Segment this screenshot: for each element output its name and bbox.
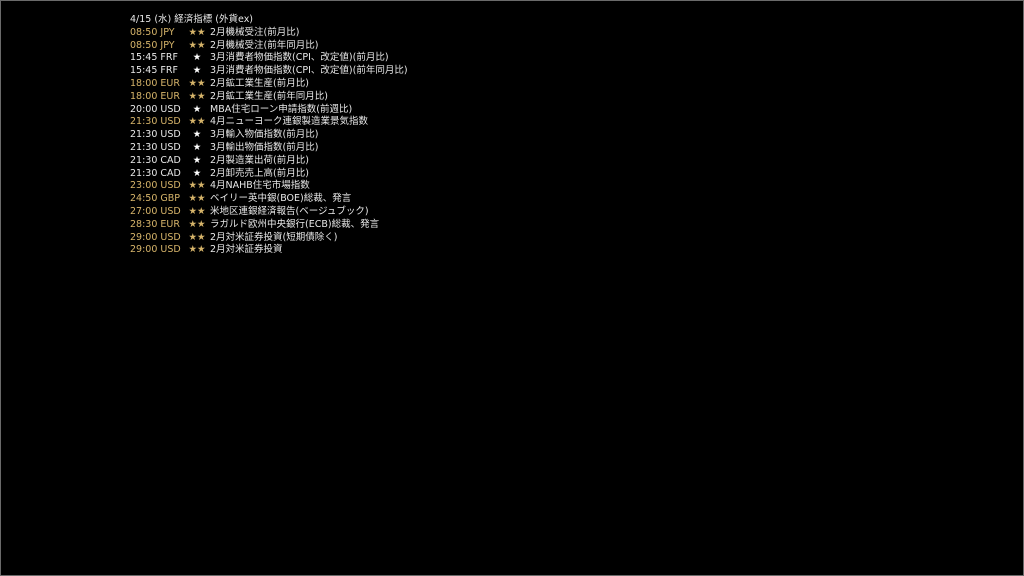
calendar-row: 23:00 USD ★★ 4月NAHB住宅市場指数 — [130, 180, 408, 193]
event-name: 3月輸入物価指数(前月比) — [210, 129, 319, 141]
calendar-row: 21:30 CAD ★ 2月製造業出荷(前月比) — [130, 155, 408, 168]
importance-stars: ★ — [192, 52, 202, 64]
event-name: 3月輸出物価指数(前月比) — [210, 141, 319, 153]
event-time: 29:00 USD — [130, 244, 181, 256]
importance-stars: ★★ — [188, 205, 206, 217]
event-time: 15:45 FRF — [130, 65, 178, 77]
importance-stars: ★★ — [188, 26, 206, 38]
economic-calendar: 4/15 (水) 経済指標 (外貨ex) 08:50 JPY ★★ 2月機械受注(前… — [130, 14, 408, 257]
calendar-rows: 08:50 JPY ★★ 2月機械受注(前月比) 08:50 JPY ★★ 2月機械受注(… — [130, 27, 408, 257]
event-name: 2月機械受注(前年同月比) — [210, 39, 319, 51]
calendar-row: 29:00 USD ★★ 2月対米証券投資 — [130, 244, 408, 257]
event-name: 2月対米証券投資 — [210, 244, 283, 256]
event-time: 24:50 GBP — [130, 193, 181, 205]
event-name: 2月卸売売上高(前月比) — [210, 167, 309, 179]
calendar-row: 27:00 USD ★★ 米地区連銀経済報告(ベージュブック) — [130, 206, 408, 219]
importance-stars: ★★ — [188, 244, 206, 256]
calendar-row: 15:45 FRF ★ 3月消費者物価指数(CPI、改定値)(前年同月比) — [130, 65, 408, 78]
importance-stars: ★★ — [188, 231, 206, 243]
screen-frame: 4/15 (水) 経済指標 (外貨ex) 08:50 JPY ★★ 2月機械受注(前… — [0, 0, 1024, 576]
event-time: 08:50 JPY — [130, 39, 175, 51]
event-name: ラガルド欧州中央銀行(ECB)総裁、発言 — [210, 218, 380, 230]
event-name: 米地区連銀経済報告(ベージュブック) — [210, 205, 369, 217]
event-name: MBA住宅ローン申請指数(前週比) — [210, 103, 353, 115]
calendar-row: 24:50 GBP ★★ ベイリー英中銀(BOE)総裁、発言 — [130, 193, 408, 206]
calendar-row: 28:30 EUR ★★ ラガルド欧州中央銀行(ECB)総裁、発言 — [130, 219, 408, 232]
event-name: 2月製造業出荷(前月比) — [210, 154, 309, 166]
importance-stars: ★★ — [188, 39, 206, 51]
event-time: 27:00 USD — [130, 205, 181, 217]
event-name: 4月NAHB住宅市場指数 — [210, 180, 310, 192]
event-time: 21:30 CAD — [130, 167, 181, 179]
calendar-row: 21:30 USD ★★ 4月ニューヨーク連銀製造業景気指数 — [130, 116, 408, 129]
calendar-row: 08:50 JPY ★★ 2月機械受注(前年同月比) — [130, 40, 408, 53]
importance-stars: ★ — [192, 129, 202, 141]
event-time: 21:30 USD — [130, 129, 181, 141]
event-name: 3月消費者物価指数(CPI、改定値)(前月比) — [210, 52, 389, 64]
event-time: 15:45 FRF — [130, 52, 178, 64]
calendar-row: 15:45 FRF ★ 3月消費者物価指数(CPI、改定値)(前月比) — [130, 52, 408, 65]
importance-stars: ★★ — [188, 218, 206, 230]
calendar-row: 08:50 JPY ★★ 2月機械受注(前月比) — [130, 27, 408, 40]
importance-stars: ★ — [192, 141, 202, 153]
event-time: 08:50 JPY — [130, 26, 175, 38]
importance-stars: ★★ — [188, 90, 206, 102]
event-name: 2月鉱工業生産(前年同月比) — [210, 90, 328, 102]
event-name: ベイリー英中銀(BOE)総裁、発言 — [210, 193, 352, 205]
calendar-row: 29:00 USD ★★ 2月対米証券投資(短期債除く) — [130, 232, 408, 245]
event-name: 3月消費者物価指数(CPI、改定値)(前年同月比) — [210, 65, 408, 77]
event-time: 21:30 CAD — [130, 154, 181, 166]
calendar-row: 21:30 CAD ★ 2月卸売売上高(前月比) — [130, 168, 408, 181]
event-time: 18:00 EUR — [130, 77, 180, 89]
importance-stars: ★ — [192, 103, 202, 115]
event-name: 2月対米証券投資(短期債除く) — [210, 231, 338, 243]
event-time: 29:00 USD — [130, 231, 181, 243]
importance-stars: ★★ — [188, 77, 206, 89]
importance-stars: ★ — [192, 167, 202, 179]
event-time: 21:30 USD — [130, 116, 181, 128]
event-name: 2月機械受注(前月比) — [210, 26, 300, 38]
event-name: 2月鉱工業生産(前月比) — [210, 77, 309, 89]
event-time: 23:00 USD — [130, 180, 181, 192]
importance-stars: ★★ — [188, 193, 206, 205]
importance-stars: ★ — [192, 65, 202, 77]
event-time: 20:00 USD — [130, 103, 181, 115]
event-time: 18:00 EUR — [130, 90, 180, 102]
event-name: 4月ニューヨーク連銀製造業景気指数 — [210, 116, 369, 128]
calendar-row: 18:00 EUR ★★ 2月鉱工業生産(前年同月比) — [130, 91, 408, 104]
importance-stars: ★★ — [188, 116, 206, 128]
calendar-row: 21:30 USD ★ 3月輸入物価指数(前月比) — [130, 129, 408, 142]
calendar-row: 21:30 USD ★ 3月輸出物価指数(前月比) — [130, 142, 408, 155]
calendar-row: 20:00 USD ★ MBA住宅ローン申請指数(前週比) — [130, 104, 408, 117]
importance-stars: ★ — [192, 154, 202, 166]
event-time: 21:30 USD — [130, 141, 181, 153]
calendar-title: 4/15 (水) 経済指標 (外貨ex) — [130, 14, 254, 25]
calendar-row: 18:00 EUR ★★ 2月鉱工業生産(前月比) — [130, 78, 408, 91]
importance-stars: ★★ — [188, 180, 206, 192]
event-time: 28:30 EUR — [130, 218, 180, 230]
